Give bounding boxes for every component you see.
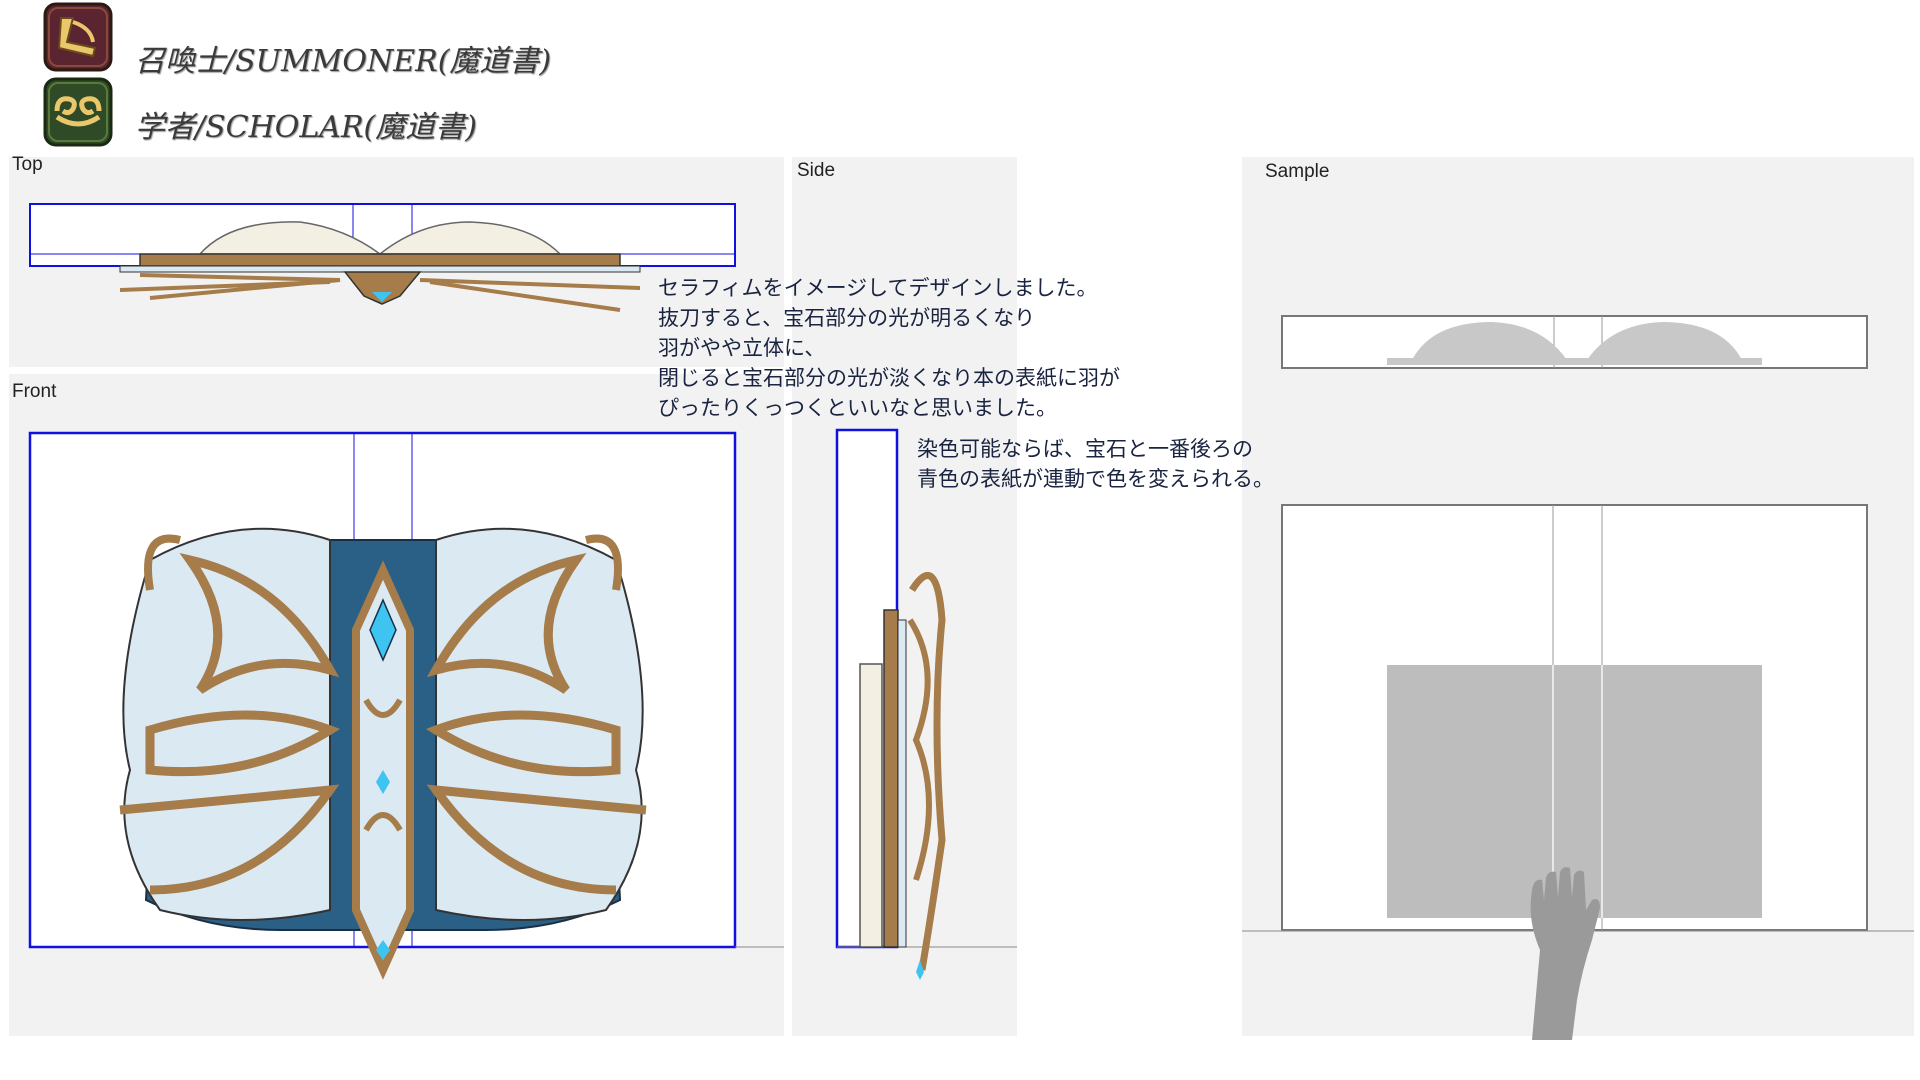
sample-front-drawing [1242, 504, 1914, 1040]
design-description-note: セラフィムをイメージしてデザインしました。 抜刀すると、宝石部分の光が明るくなり… [658, 276, 1120, 420]
front-view-drawing [28, 431, 784, 980]
side-view-drawing [835, 428, 1017, 980]
top-view-drawing [29, 203, 736, 312]
scholar-job-icon [43, 77, 113, 147]
sample-view-label: Sample [1265, 161, 1330, 182]
scholar-job-title: 学者/SCHOLAR(魔道書) [135, 110, 477, 145]
summoner-job-title: 召喚士/SUMMONER(魔道書) [135, 44, 552, 79]
side-view-label: Side [797, 160, 836, 181]
dye-description-note: 染色可能ならば、宝石と一番後ろの 青色の表紙が連動で色を変えられる。 [917, 437, 1274, 491]
summoner-job-icon [43, 2, 113, 72]
sample-top-drawing [1281, 315, 1868, 369]
